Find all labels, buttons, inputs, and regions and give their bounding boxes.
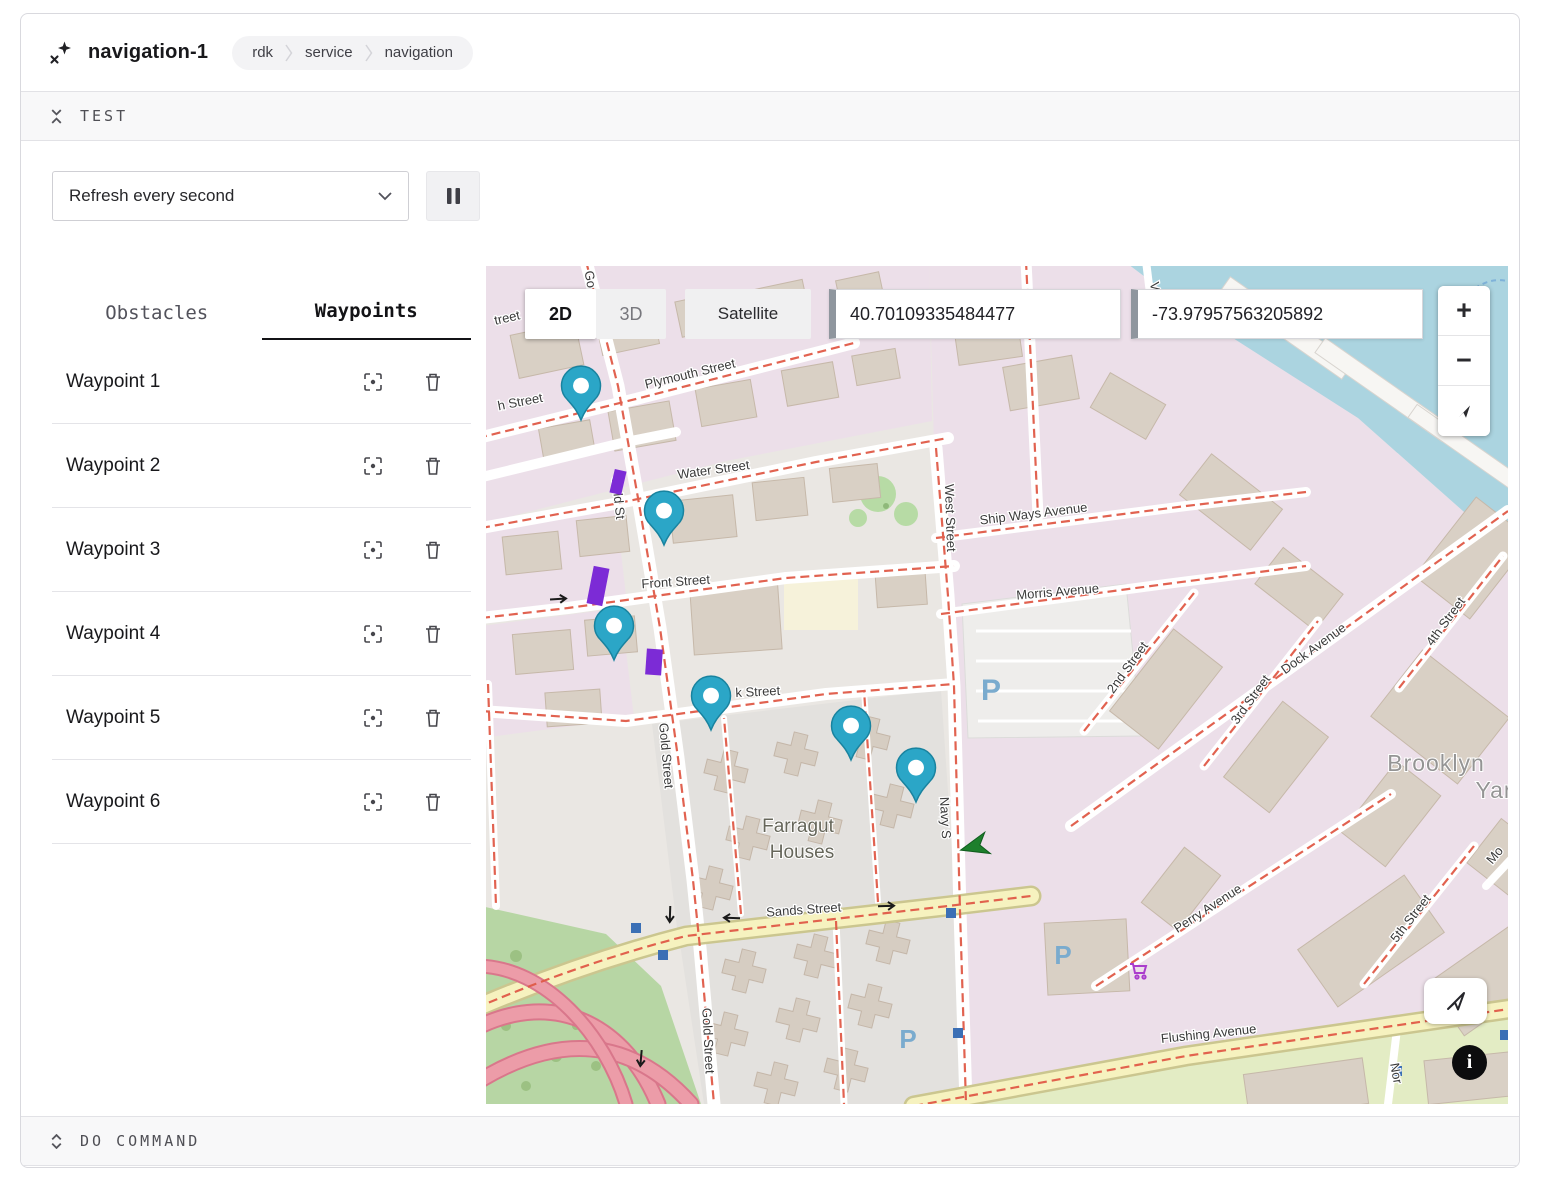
- do-command-label: DO COMMAND: [80, 1132, 200, 1150]
- do-command-section-header[interactable]: DO COMMAND: [21, 1116, 1519, 1166]
- place-label-farragut: Houses: [770, 842, 834, 863]
- collapse-icon: [49, 109, 64, 124]
- delete-waypoint-button[interactable]: [421, 790, 445, 814]
- panel-tabs: Obstacles Waypoints: [52, 266, 471, 340]
- navigation-service-icon: [47, 39, 74, 66]
- zoom-out-button[interactable]: −: [1438, 336, 1490, 386]
- trash-icon: [421, 538, 445, 562]
- map-canvas: P P P Plymouth Street Water Street Front…: [486, 266, 1508, 1104]
- map-zoom-control: + −: [1438, 286, 1490, 436]
- place-label-yard: Yar: [1475, 777, 1508, 803]
- expand-icon: [49, 1134, 64, 1149]
- compass-pointer-button[interactable]: [1438, 386, 1490, 436]
- longitude-input[interactable]: [1131, 289, 1423, 339]
- street-label: Go: [582, 269, 600, 289]
- latitude-input[interactable]: [829, 289, 1121, 339]
- waypoint-row: Waypoint 5: [52, 676, 471, 760]
- chevron-right-icon: [365, 44, 373, 62]
- focus-waypoint-button[interactable]: [361, 622, 385, 646]
- delete-waypoint-button[interactable]: [421, 454, 445, 478]
- test-section-label: TEST: [80, 107, 128, 125]
- delete-waypoint-button[interactable]: [421, 706, 445, 730]
- waypoint-label: Waypoint 6: [66, 791, 325, 813]
- breadcrumb-item-service[interactable]: service: [293, 44, 365, 61]
- map[interactable]: P P P Plymouth Street Water Street Front…: [486, 266, 1508, 1104]
- refresh-controls: Refresh every second: [21, 141, 1519, 266]
- main-content: Obstacles Waypoints Waypoint 1 Waypoint …: [21, 266, 1519, 1104]
- focus-icon: [361, 706, 385, 730]
- obstacle-marker[interactable]: [645, 648, 663, 675]
- pause-button[interactable]: [426, 171, 480, 221]
- waypoint-row: Waypoint 1: [52, 340, 471, 424]
- waypoint-row: Waypoint 3: [52, 508, 471, 592]
- map-info-button[interactable]: i: [1452, 1045, 1487, 1080]
- waypoints-panel: Obstacles Waypoints Waypoint 1 Waypoint …: [52, 266, 471, 844]
- breadcrumb-item-rdk[interactable]: rdk: [240, 44, 285, 61]
- focus-waypoint-button[interactable]: [361, 370, 385, 394]
- pause-icon: [445, 187, 462, 205]
- focus-icon: [361, 370, 385, 394]
- delete-waypoint-button[interactable]: [421, 622, 445, 646]
- tab-obstacles[interactable]: Obstacles: [52, 266, 262, 340]
- waypoint-label: Waypoint 3: [66, 539, 325, 561]
- trash-icon: [421, 454, 445, 478]
- breadcrumb-item-navigation[interactable]: navigation: [373, 44, 465, 61]
- focus-waypoint-button[interactable]: [361, 706, 385, 730]
- street-label: Navy S: [937, 796, 954, 839]
- waypoint-label: Waypoint 5: [66, 707, 325, 729]
- waypoint-row: Waypoint 2: [52, 424, 471, 508]
- trash-icon: [421, 706, 445, 730]
- place-label-brooklyn: Brooklyn: [1387, 750, 1484, 776]
- focus-waypoint-button[interactable]: [361, 538, 385, 562]
- cursor-arrow-icon: [1455, 402, 1473, 420]
- navigation-card: navigation-1 rdk service navigation TEST…: [20, 13, 1520, 1168]
- waypoint-label: Waypoint 2: [66, 455, 325, 477]
- waypoint-list: Waypoint 1 Waypoint 2 Waypoint 3 Waypoin…: [52, 340, 471, 844]
- trash-icon: [421, 370, 445, 394]
- parking-icon: P: [981, 674, 1001, 707]
- focus-icon: [361, 790, 385, 814]
- map-mode-3d-button[interactable]: 3D: [596, 289, 666, 339]
- delete-waypoint-button[interactable]: [421, 538, 445, 562]
- focus-icon: [361, 454, 385, 478]
- breadcrumb: rdk service navigation: [232, 36, 473, 70]
- refresh-rate-value: Refresh every second: [69, 186, 234, 206]
- test-section-header[interactable]: TEST: [21, 91, 1519, 141]
- map-mode-2d-button[interactable]: 2D: [525, 289, 596, 339]
- place-label-farragut: Farragut: [762, 816, 835, 837]
- recenter-button[interactable]: [1424, 978, 1487, 1024]
- focus-waypoint-button[interactable]: [361, 790, 385, 814]
- navigation-arrow-icon: [1445, 990, 1467, 1012]
- tab-waypoints[interactable]: Waypoints: [262, 266, 472, 340]
- waypoint-label: Waypoint 1: [66, 371, 325, 393]
- street-label: West Street: [942, 484, 959, 553]
- zoom-in-button[interactable]: +: [1438, 286, 1490, 336]
- parking-icon: P: [1054, 940, 1071, 970]
- refresh-rate-select[interactable]: Refresh every second: [52, 171, 409, 221]
- street-label: k Street: [735, 683, 781, 700]
- chevron-right-icon: [285, 44, 293, 62]
- parking-icon: P: [899, 1024, 916, 1054]
- trash-icon: [421, 622, 445, 646]
- card-title: navigation-1: [88, 41, 208, 64]
- trash-icon: [421, 790, 445, 814]
- focus-waypoint-button[interactable]: [361, 454, 385, 478]
- delete-waypoint-button[interactable]: [421, 370, 445, 394]
- map-mode-satellite-button[interactable]: Satellite: [685, 289, 811, 339]
- focus-icon: [361, 538, 385, 562]
- waypoint-row: Waypoint 6: [52, 760, 471, 844]
- card-header: navigation-1 rdk service navigation: [21, 14, 1519, 91]
- waypoint-row: Waypoint 4: [52, 592, 471, 676]
- chevron-down-icon: [378, 192, 392, 201]
- focus-icon: [361, 622, 385, 646]
- waypoint-label: Waypoint 4: [66, 623, 325, 645]
